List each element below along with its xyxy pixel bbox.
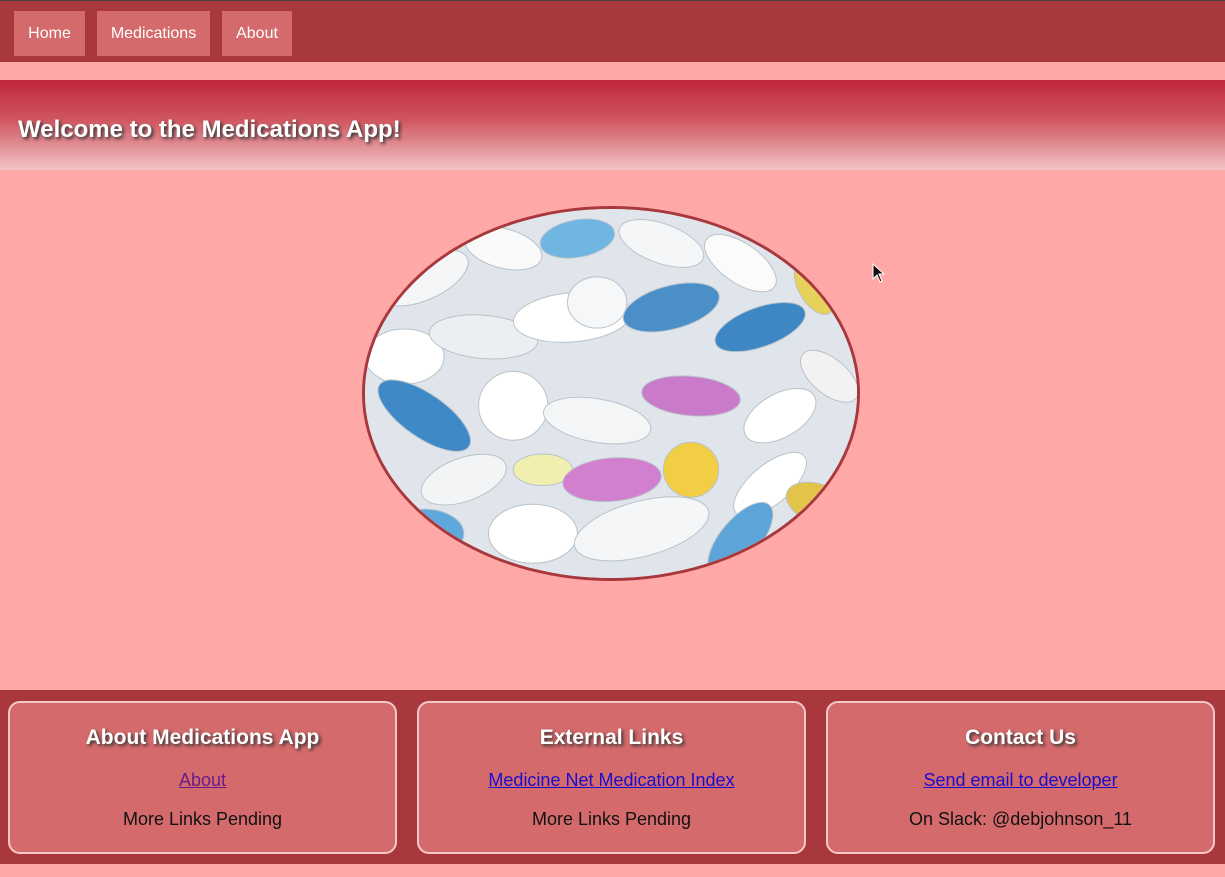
nav-medications-button[interactable]: Medications [97, 11, 210, 56]
footer-external-pending-text: More Links Pending [531, 809, 692, 829]
page-title: Welcome to the Medications App! [18, 116, 401, 143]
welcome-banner: Welcome to the Medications App! [0, 80, 1225, 170]
pills-illustration [365, 209, 857, 578]
footer-about-box: About Medications App About More Links P… [8, 701, 397, 854]
mouse-cursor-icon [872, 263, 886, 283]
footer-about-link[interactable]: About [10, 769, 395, 791]
medicine-net-link[interactable]: Medicine Net Medication Index [419, 769, 804, 791]
send-email-link[interactable]: Send email to developer [828, 769, 1213, 791]
footer: About Medications App About More Links P… [0, 690, 1225, 864]
footer-about-heading: About Medications App [85, 726, 320, 749]
slack-handle-text: On Slack: @debjohnson_11 [908, 809, 1133, 829]
pills-hero-image [362, 206, 860, 581]
footer-external-links-box: External Links Medicine Net Medication I… [417, 701, 806, 854]
nav-home-button[interactable]: Home [14, 11, 85, 56]
footer-contact-heading: Contact Us [965, 726, 1076, 749]
footer-about-pending-text: More Links Pending [122, 809, 283, 829]
footer-external-heading: External Links [539, 726, 684, 749]
top-nav: Home Medications About [0, 0, 1225, 62]
footer-contact-box: Contact Us Send email to developer On Sl… [826, 701, 1215, 854]
nav-about-button[interactable]: About [222, 11, 292, 56]
